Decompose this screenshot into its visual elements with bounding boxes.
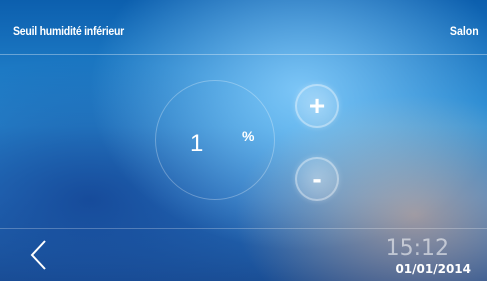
back-button[interactable]: [25, 238, 55, 272]
increase-button[interactable]: +: [295, 84, 339, 128]
decrease-button[interactable]: -: [295, 157, 339, 201]
header-bar: Seuil humidité inférieur Salon: [0, 0, 487, 55]
threshold-value: 1: [190, 130, 204, 157]
room-label: Salon: [450, 24, 479, 38]
threshold-unit: %: [242, 128, 255, 144]
plus-icon: +: [308, 90, 326, 121]
clock-time: 15:12: [385, 236, 449, 261]
value-dial: [155, 80, 275, 200]
chevron-left-icon: [30, 240, 46, 270]
clock-date: 01/01/2014: [395, 262, 471, 276]
page-title: Seuil humidité inférieur: [13, 24, 125, 38]
footer-divider: [0, 228, 487, 229]
header-divider: [0, 54, 487, 55]
minus-icon: -: [312, 163, 322, 194]
humidity-threshold-screen: Seuil humidité inférieur Salon 1 % + - 1…: [0, 0, 487, 281]
